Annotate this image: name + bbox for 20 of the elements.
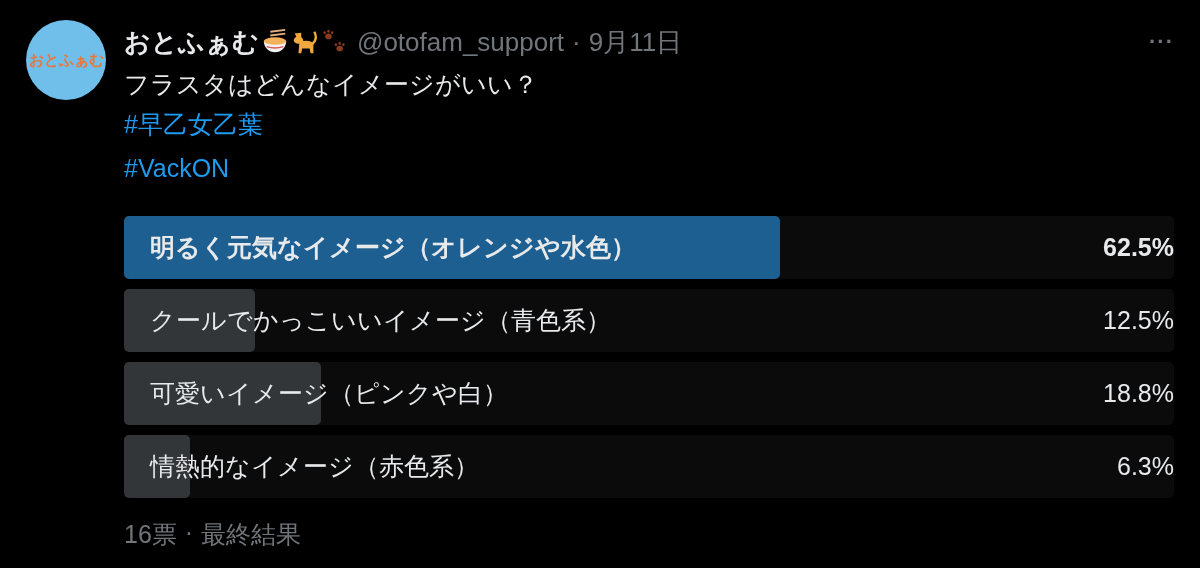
option-label: 可愛いイメージ（ピンクや白）: [149, 378, 509, 409]
option-percent: 6.3%: [1117, 452, 1174, 481]
author-handle[interactable]: @otofam_support: [357, 26, 565, 58]
hashtag-link[interactable]: #早乙女乙葉: [124, 110, 263, 138]
avatar-text: おとふぁむ: [28, 50, 104, 70]
option-label: クールでかっこいいイメージ（青色系）: [149, 305, 612, 336]
separator-dot: ·: [572, 26, 581, 58]
vote-count: 16票: [124, 519, 177, 550]
author-name[interactable]: おとふぁむ: [124, 24, 259, 60]
poll-status: 最終結果: [201, 519, 302, 550]
option-label: 情熱的なイメージ（赤色系）: [148, 451, 480, 482]
post-date[interactable]: 9月11日: [588, 24, 683, 60]
option-label: 明るく元気なイメージ（オレンジや水色）: [149, 232, 637, 263]
option-percent: 12.5%: [1103, 306, 1174, 335]
hashtag-link[interactable]: #VackON: [124, 154, 230, 182]
more-button[interactable]: ···: [1149, 29, 1174, 55]
separator-dot: ·: [184, 518, 194, 548]
option-percent: 18.8%: [1103, 379, 1174, 408]
post-text: フラスタはどんなイメージがいい？: [124, 69, 539, 100]
option-percent: 62.5%: [1103, 233, 1174, 262]
